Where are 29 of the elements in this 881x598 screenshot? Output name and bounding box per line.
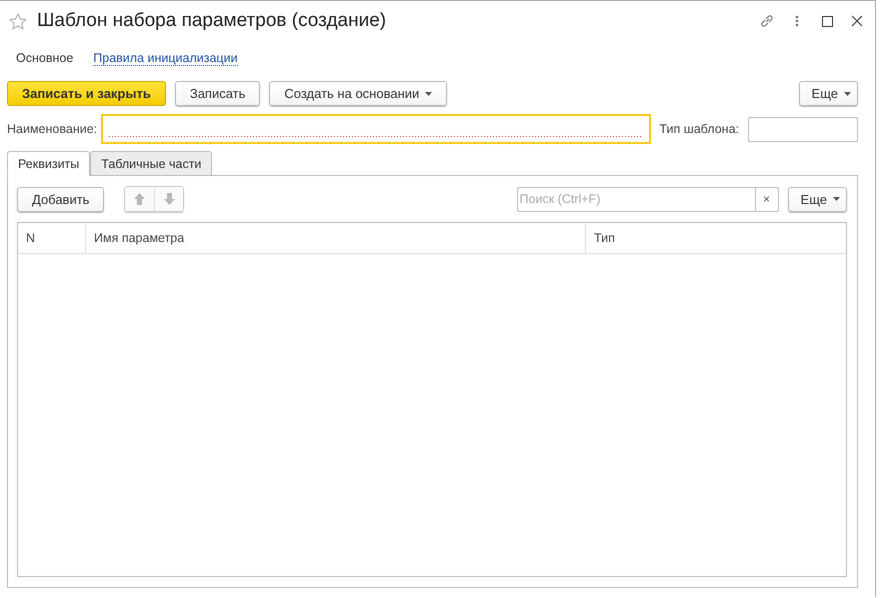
section-link[interactable]: Основное [16,51,74,65]
maximize-icon[interactable] [819,13,835,29]
column-header[interactable]: Имя параметра [85,223,585,253]
field-label: Тип шаблона: [659,122,739,136]
template-type-field[interactable] [748,116,858,142]
caret-icon [833,197,840,201]
column-header[interactable]: N [18,223,85,253]
column-header[interactable]: Тип [585,223,846,253]
up-arrow-icon [134,193,146,205]
field-label: Наименование: [7,122,98,136]
more-button[interactable]: Еще [798,81,858,106]
save-button[interactable]: Записать [174,81,260,106]
search-field[interactable]: Поиск (Ctrl+F) [516,186,755,212]
tab[interactable]: Табличные части [90,151,212,176]
close-icon[interactable] [849,13,865,29]
clear-button[interactable]: × [754,186,779,212]
save-and-close-button[interactable]: Записать и закрыть [7,81,166,106]
star-icon[interactable] [9,12,27,30]
link-icon[interactable] [759,13,775,29]
down-arrow-icon [164,193,175,205]
tab[interactable]: Реквизиты [7,151,90,176]
create-based-on-button[interactable]: Создать на основании [269,81,448,106]
caret-icon [844,92,851,96]
more-button[interactable]: Еще [788,186,847,212]
window-title: Шаблон набора параметров (создание) [37,10,388,32]
add-button[interactable]: Добавить [17,186,104,212]
caret-icon [425,92,432,96]
name-field[interactable] [101,114,652,144]
section-link[interactable]: Правила инициализации [93,51,238,66]
